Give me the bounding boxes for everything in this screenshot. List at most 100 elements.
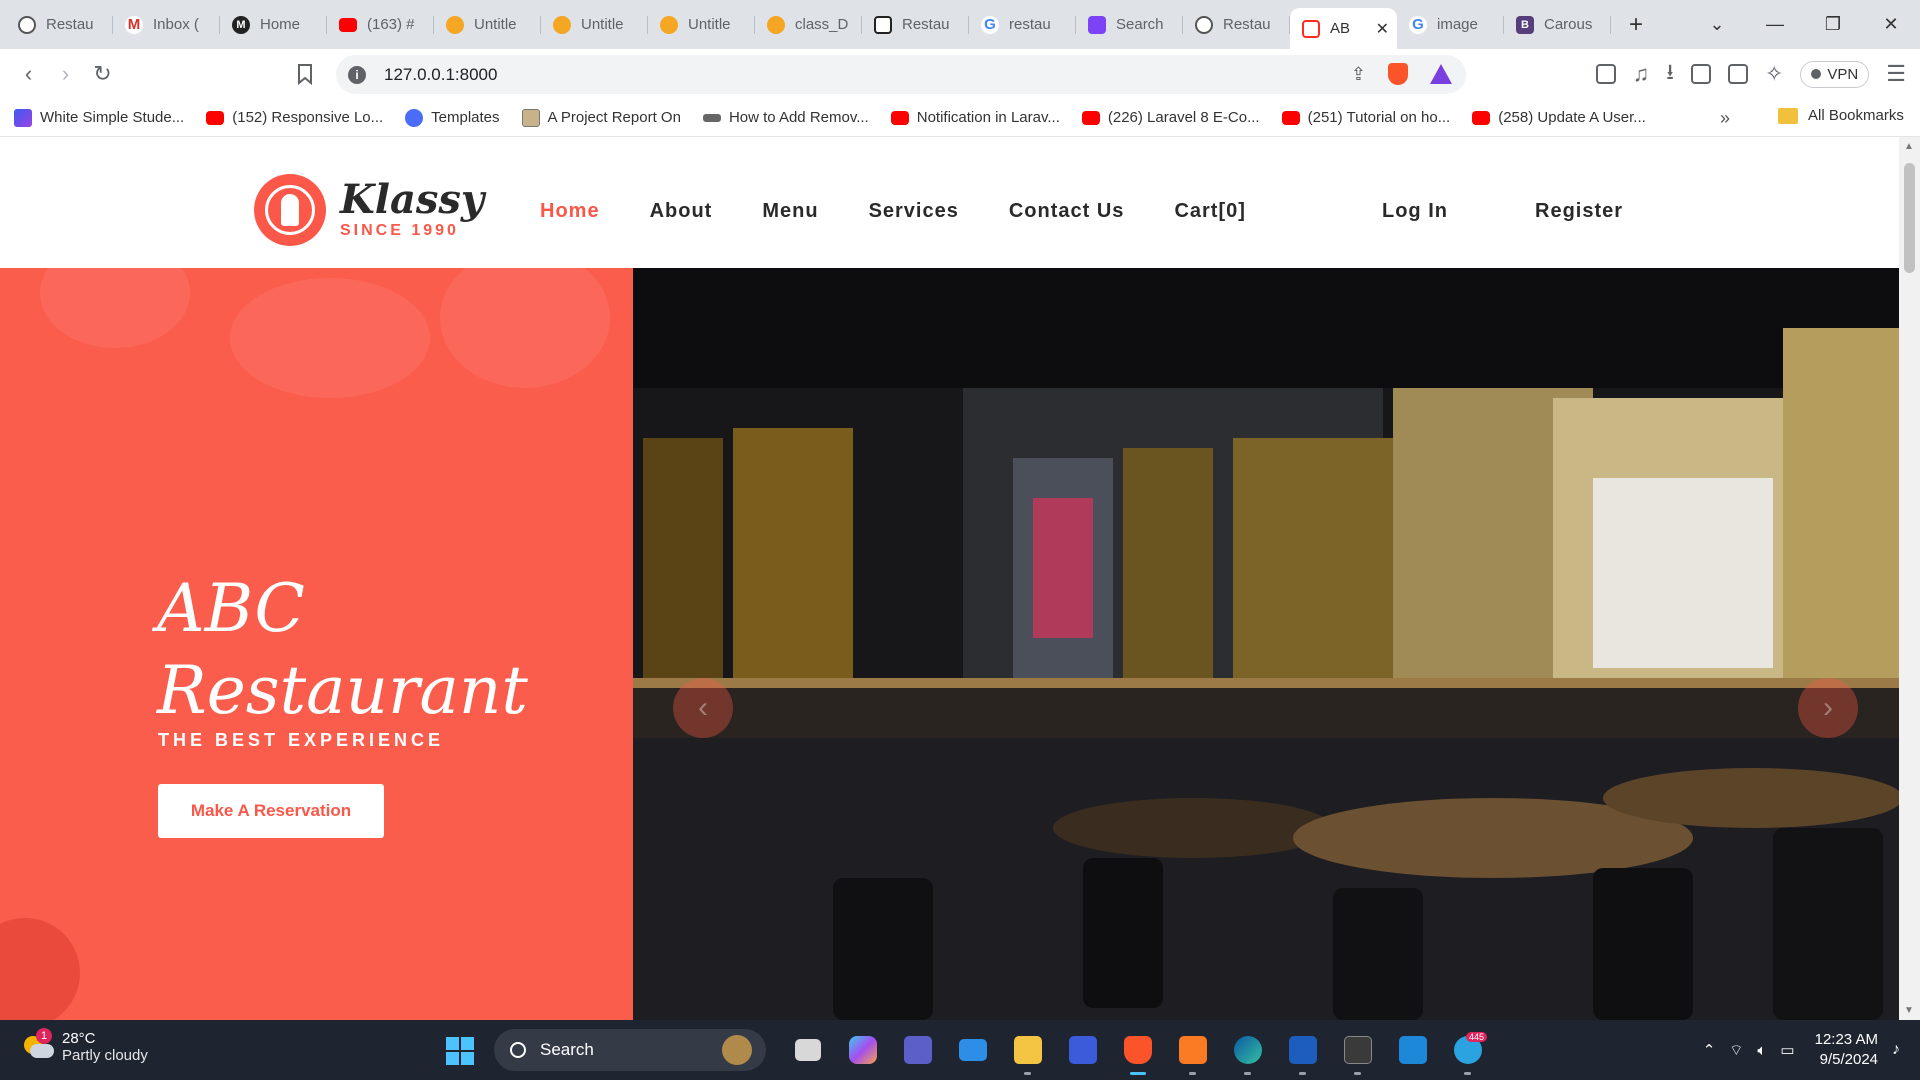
clock[interactable]: 12:23 AM 9/5/2024 (1815, 1030, 1878, 1070)
browser-tab[interactable]: Search (1076, 0, 1183, 49)
web-page: Klassy SINCE 1990 Home About Menu Services C… (0, 137, 1899, 1020)
task-view-button[interactable] (780, 1020, 835, 1080)
bookmark-label: Notification in Larav... (916, 109, 1060, 126)
jetbrains-button[interactable] (1055, 1020, 1110, 1080)
browser-menu-icon[interactable]: ☰ (1886, 61, 1906, 87)
scrollbar-thumb[interactable] (1904, 163, 1915, 273)
bookmark-item[interactable]: (152) Responsive Lo... (206, 109, 383, 126)
vscode-button[interactable] (1385, 1020, 1440, 1080)
battery-icon[interactable]: ▭ (1780, 1041, 1794, 1059)
restore-button[interactable]: ❐ (1804, 14, 1862, 35)
taskbar-search[interactable]: Search (494, 1029, 766, 1071)
browser-tab[interactable]: Untitle (434, 0, 541, 49)
sidebar-icon[interactable] (1690, 64, 1711, 84)
start-button[interactable] (446, 1037, 474, 1065)
minimize-button[interactable]: — (1746, 14, 1804, 35)
browser-tab[interactable]: M Inbox ( (113, 0, 220, 49)
nav-link-cart-0[interactable]: Cart[0] (1174, 200, 1245, 223)
url-text[interactable]: 127.0.0.1:8000 (384, 65, 497, 85)
tab-search-dropdown-icon[interactable]: ⌄ (1688, 14, 1746, 35)
weather-widget[interactable]: 1 28°C Partly cloudy (22, 1028, 148, 1064)
nav-link-menu[interactable]: Menu (762, 200, 818, 223)
bookmark-item[interactable]: How to Add Remov... (702, 109, 869, 126)
login-link[interactable]: Log In (1382, 200, 1448, 223)
vpn-label: VPN (1827, 65, 1859, 83)
site-info-icon[interactable]: i (348, 65, 366, 84)
mail-button[interactable] (945, 1020, 1000, 1080)
brave-browser-button[interactable] (1110, 1020, 1165, 1080)
terminal-button[interactable] (1330, 1020, 1385, 1080)
scroll-up-icon[interactable]: ▲ (1904, 141, 1914, 152)
carousel-prev-button[interactable]: ‹ (673, 678, 733, 738)
bookmark-item[interactable]: (251) Tutorial on ho... (1281, 109, 1450, 126)
bookmark-item[interactable]: Templates (405, 108, 500, 127)
browser-tab[interactable]: Untitle (541, 0, 648, 49)
site-header: Klassy SINCE 1990 Home About Menu Services C… (0, 137, 1899, 268)
register-link[interactable]: Register (1535, 200, 1623, 223)
terminal-icon (1343, 1036, 1372, 1064)
jetbrains-icon (1068, 1036, 1097, 1064)
codeforces-icon (874, 15, 892, 34)
address-bar[interactable]: i 127.0.0.1:8000 ⇪ (336, 55, 1466, 94)
xampp-button[interactable] (1165, 1020, 1220, 1080)
brave-rewards-icon[interactable] (1430, 64, 1452, 84)
media-icon[interactable]: ♫ (1633, 61, 1650, 87)
bookmark-item[interactable]: White Simple Stude... (14, 108, 184, 127)
browser-tab[interactable]: Gimage (1397, 0, 1504, 49)
browser-tab[interactable]: M Home (220, 0, 327, 49)
bookmark-item[interactable]: (258) Update A User... (1472, 109, 1646, 126)
wifi-icon[interactable]: ⌔ (1729, 1041, 1743, 1060)
download-icon[interactable]: ⭳ (1666, 55, 1674, 93)
more-bookmarks-button[interactable]: » (1720, 108, 1730, 129)
browser-tab[interactable]: Grestau (969, 0, 1076, 49)
bookmark-item[interactable]: (226) Laravel 8 E-Co... (1081, 109, 1260, 126)
page-scrollbar[interactable]: ▲ ▼ (1899, 137, 1920, 1020)
browser-tab[interactable]: Untitle (648, 0, 755, 49)
back-button[interactable]: ‹ (10, 61, 47, 87)
browser-tab[interactable]: Restau (1183, 0, 1290, 49)
nav-link-home[interactable]: Home (540, 200, 600, 223)
word-button[interactable] (1275, 1020, 1330, 1080)
forward-button[interactable]: › (47, 61, 84, 87)
nav-link-services[interactable]: Services (869, 200, 959, 223)
browser-tab[interactable]: (163) # (327, 0, 434, 49)
edge-icon (1233, 1036, 1262, 1064)
volume-icon[interactable]: 🔈︎ (1757, 1042, 1766, 1059)
vpn-button[interactable]: VPN (1800, 60, 1870, 88)
nav-link-contact-us[interactable]: Contact Us (1009, 200, 1125, 223)
browser-tab[interactable]: Restau (6, 0, 113, 49)
carousel-next-button[interactable]: › (1798, 678, 1858, 738)
close-tab-icon[interactable]: ✕ (1376, 19, 1389, 39)
scroll-down-icon[interactable]: ▼ (1904, 1005, 1914, 1016)
brave-shields-icon[interactable] (1388, 63, 1408, 85)
floral-decoration (440, 268, 610, 388)
close-window-button[interactable]: ✕ (1862, 14, 1920, 35)
show-hidden-icons-chevron-icon[interactable]: ⌃ (1703, 1041, 1716, 1059)
bookmark-list: White Simple Stude... (152) Responsive Lo… (14, 108, 1668, 127)
new-tab-button[interactable]: + (1621, 11, 1651, 39)
bookmark-item[interactable]: Notification in Larav... (890, 109, 1060, 126)
browser-tab[interactable]: class_D (755, 0, 862, 49)
bookmark-page-icon[interactable] (296, 63, 314, 85)
leo-ai-icon[interactable]: ✧ (1765, 61, 1783, 87)
browser-tab[interactable]: Restau (862, 0, 969, 49)
make-reservation-button[interactable]: Make A Reservation (158, 784, 384, 838)
copilot-button[interactable] (835, 1020, 890, 1080)
share-icon[interactable]: ⇪ (1351, 64, 1366, 85)
site-logo[interactable]: Klassy SINCE 1990 (254, 174, 484, 246)
tab-title: Untitle (474, 16, 517, 33)
extensions-icon[interactable] (1595, 64, 1616, 84)
browser-tab[interactable]: B Carous (1504, 0, 1611, 49)
reload-button[interactable]: ↻ (84, 61, 121, 87)
nav-link-about[interactable]: About (650, 200, 713, 223)
all-bookmarks-button[interactable]: All Bookmarks (1778, 107, 1904, 124)
telegram-button[interactable]: 445 (1440, 1020, 1495, 1080)
bookmark-item[interactable]: A Project Report On (521, 108, 681, 127)
browser-tab[interactable]: AB ✕ (1290, 8, 1397, 49)
teams-button[interactable] (890, 1020, 945, 1080)
file-explorer-button[interactable] (1000, 1020, 1055, 1080)
wallet-icon[interactable] (1727, 64, 1748, 84)
edge-button[interactable] (1220, 1020, 1275, 1080)
notification-bell-icon[interactable]: ♪ (1892, 1041, 1900, 1059)
telegram-badge: 445 (1465, 1032, 1487, 1042)
